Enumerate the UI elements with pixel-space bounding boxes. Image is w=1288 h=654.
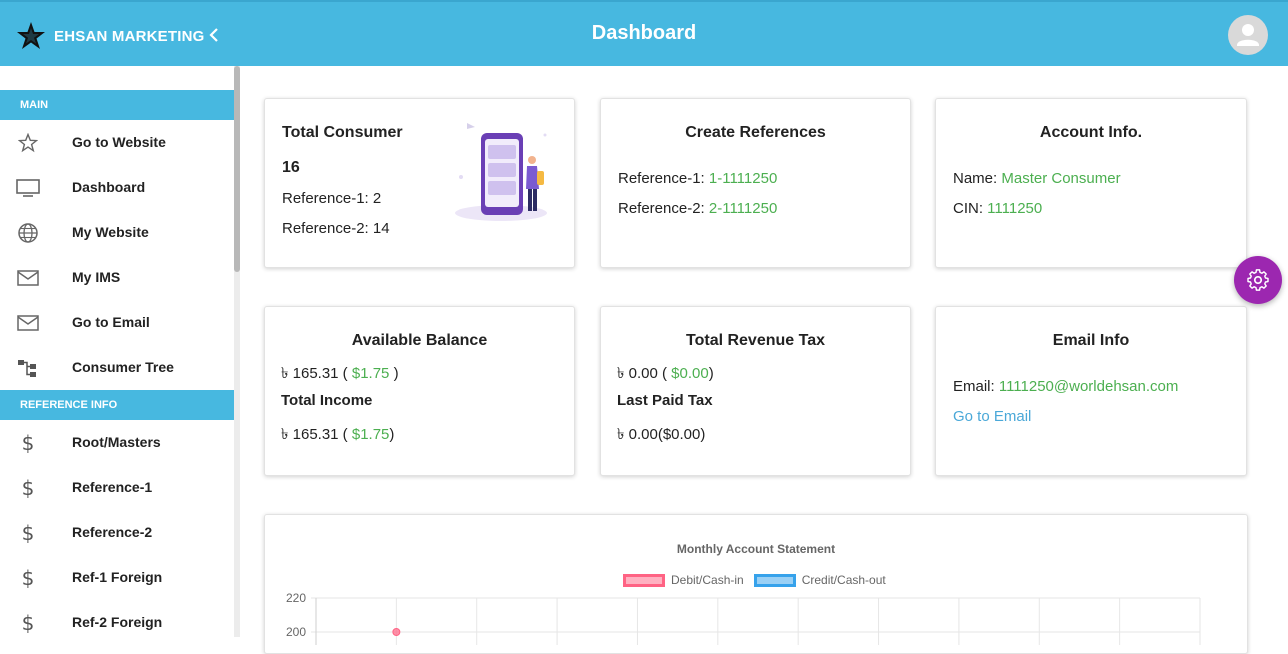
user-icon — [1237, 24, 1259, 46]
card-title: Total Consumer — [282, 124, 403, 141]
balance-row: ৳ 165.31 ( $1.75 ) — [281, 362, 399, 387]
tax-row: ৳ 0.00 ( $0.00) — [617, 362, 714, 387]
top-bar: EHSAN MARKETING Dashboard — [0, 0, 1288, 66]
sidebar-item-label: My IMS — [72, 269, 121, 285]
cin-value: 1111250 — [987, 200, 1043, 217]
sidebar-item-consumer-tree[interactable]: Consumer Tree — [0, 345, 234, 390]
reference-1-count: Reference-1: 2 — [282, 190, 382, 207]
income-usd: $1.75 — [351, 426, 390, 443]
dollar-icon: $ — [21, 521, 35, 545]
sidebar-item-my-ims[interactable]: My IMS — [0, 255, 234, 300]
sidebar-item-label: Go to Website — [72, 134, 166, 150]
sidebar-item-label: Reference-2 — [72, 524, 153, 540]
name-value: Master Consumer — [1001, 170, 1121, 187]
reference-1-row: Reference-1: 1-1111250 — [618, 170, 777, 187]
mail-icon — [16, 266, 40, 290]
cin-label: CIN: — [953, 200, 988, 217]
income-bdt: ৳ 165.31 ( — [281, 426, 352, 443]
chevron-left-icon — [209, 28, 218, 42]
chart-title: Monthly Account Statement — [676, 542, 836, 556]
sidebar-collapse-button[interactable] — [204, 24, 224, 46]
monthly-statement-card: Monthly Account Statement Debit/Cash-in … — [264, 514, 1248, 654]
reference-2-row: Reference-2: 2-1111250 — [618, 200, 777, 217]
phone-user-illustration — [455, 123, 547, 221]
tax-bdt: ৳ 0.00 ( — [617, 365, 672, 382]
balance-bdt: ৳ 165.31 ( — [281, 365, 352, 382]
sidebar-item-label: My Website — [72, 224, 149, 240]
name-label: Name: — [953, 170, 1002, 187]
balance-suffix: ) — [389, 365, 399, 382]
revenue-tax-card: Total Revenue Tax ৳ 0.00 ( $0.00) Last P… — [600, 306, 911, 476]
y-tick-label: 220 — [286, 591, 306, 605]
sidebar-item-go-to-website[interactable]: Go to Website — [0, 120, 234, 165]
sidebar-item-label: Reference-1 — [72, 479, 153, 495]
reference-2-count: Reference-2: 14 — [282, 220, 390, 237]
brand-name: EHSAN MARKETING — [54, 27, 205, 45]
email-row: Email: 1111250@worldehsan.com — [953, 378, 1178, 395]
mail-icon — [16, 311, 40, 335]
card-title: Create References — [685, 124, 826, 141]
star-logo-icon — [17, 22, 45, 49]
monitor-icon — [16, 176, 40, 200]
reference-1-label: Reference-1: — [618, 170, 709, 187]
section-reference-info: REFERENCE INFO — [0, 390, 234, 420]
globe-icon — [16, 221, 40, 245]
reference-2-link[interactable]: 2-1111250 — [709, 200, 777, 217]
settings-button[interactable] — [1234, 256, 1282, 304]
name-row: Name: Master Consumer — [953, 170, 1121, 187]
tax-usd: $0.00 — [671, 365, 709, 382]
card-title: Account Info. — [1039, 124, 1143, 141]
email-value[interactable]: 1111250@worldehsan.com — [999, 378, 1179, 395]
sidebar: MAIN Go to Website Dashboard My Website … — [0, 66, 234, 637]
sidebar-item-label: Ref-1 Foreign — [72, 569, 163, 585]
card-title: Email Info — [1052, 332, 1130, 349]
sidebar-item-go-to-email[interactable]: Go to Email — [0, 300, 234, 345]
sidebar-item-ref-1-foreign[interactable]: $ Ref-1 Foreign — [0, 555, 234, 600]
total-income-title: Total Income — [281, 392, 373, 409]
last-paid-tax-value: ৳ 0.00($0.00) — [617, 426, 706, 443]
dollar-icon: $ — [21, 611, 35, 635]
account-info-card: Account Info. Name: Master Consumer CIN:… — [935, 98, 1247, 268]
create-references-card: Create References Reference-1: 1-1111250… — [600, 98, 911, 268]
sidebar-item-label: Ref-2 Foreign — [72, 614, 163, 630]
sidebar-item-dashboard[interactable]: Dashboard — [0, 165, 234, 210]
gear-icon — [1247, 269, 1269, 291]
sidebar-item-root-masters[interactable]: $ Root/Masters — [0, 420, 234, 465]
sidebar-item-label: Go to Email — [72, 314, 150, 330]
income-row: ৳ 165.31 ( $1.75) — [281, 423, 394, 448]
email-label: Email: — [953, 378, 999, 395]
reference-2-label: Reference-2: — [618, 200, 709, 217]
available-balance-card: Available Balance ৳ 165.31 ( $1.75 ) Tot… — [264, 306, 575, 476]
last-paid-tax-title: Last Paid Tax — [617, 392, 713, 409]
tax-suffix: ) — [708, 365, 714, 382]
sidebar-item-reference-1[interactable]: $ Reference-1 — [0, 465, 234, 510]
debit-data-point[interactable] — [392, 628, 401, 636]
section-main: MAIN — [0, 90, 234, 120]
consumer-count: 16 — [282, 159, 300, 176]
star-icon — [16, 131, 40, 155]
balance-usd: $1.75 — [351, 365, 390, 382]
card-title: Available Balance — [351, 332, 488, 349]
sidebar-item-reference-2[interactable]: $ Reference-2 — [0, 510, 234, 555]
total-consumer-card: Total Consumer 16 Reference-1: 2 Referen… — [264, 98, 575, 268]
sidebar-item-my-website[interactable]: My Website — [0, 210, 234, 255]
go-to-email-link[interactable]: Go to Email — [953, 408, 1031, 425]
card-title: Total Revenue Tax — [686, 332, 825, 349]
dollar-icon: $ — [21, 566, 35, 590]
tree-icon — [16, 356, 40, 380]
user-avatar[interactable] — [1228, 15, 1268, 55]
dollar-icon: $ — [21, 476, 35, 500]
dollar-icon: $ — [21, 431, 35, 455]
sidebar-item-label: Consumer Tree — [72, 359, 174, 375]
income-suffix: ) — [389, 426, 395, 443]
brand[interactable]: EHSAN MARKETING — [16, 20, 205, 52]
sidebar-item-label: Root/Masters — [72, 434, 161, 450]
sidebar-scrollbar-thumb[interactable] — [234, 66, 240, 272]
email-info-card: Email Info Email: 1111250@worldehsan.com… — [935, 306, 1247, 476]
sidebar-item-label: Dashboard — [72, 179, 146, 195]
cin-row: CIN: 1111250 — [953, 200, 1042, 217]
sidebar-item-ref-2-foreign[interactable]: $ Ref-2 Foreign — [0, 600, 234, 645]
chart-plot: 220200 — [286, 591, 1201, 645]
reference-1-link[interactable]: 1-1111250 — [709, 170, 777, 187]
